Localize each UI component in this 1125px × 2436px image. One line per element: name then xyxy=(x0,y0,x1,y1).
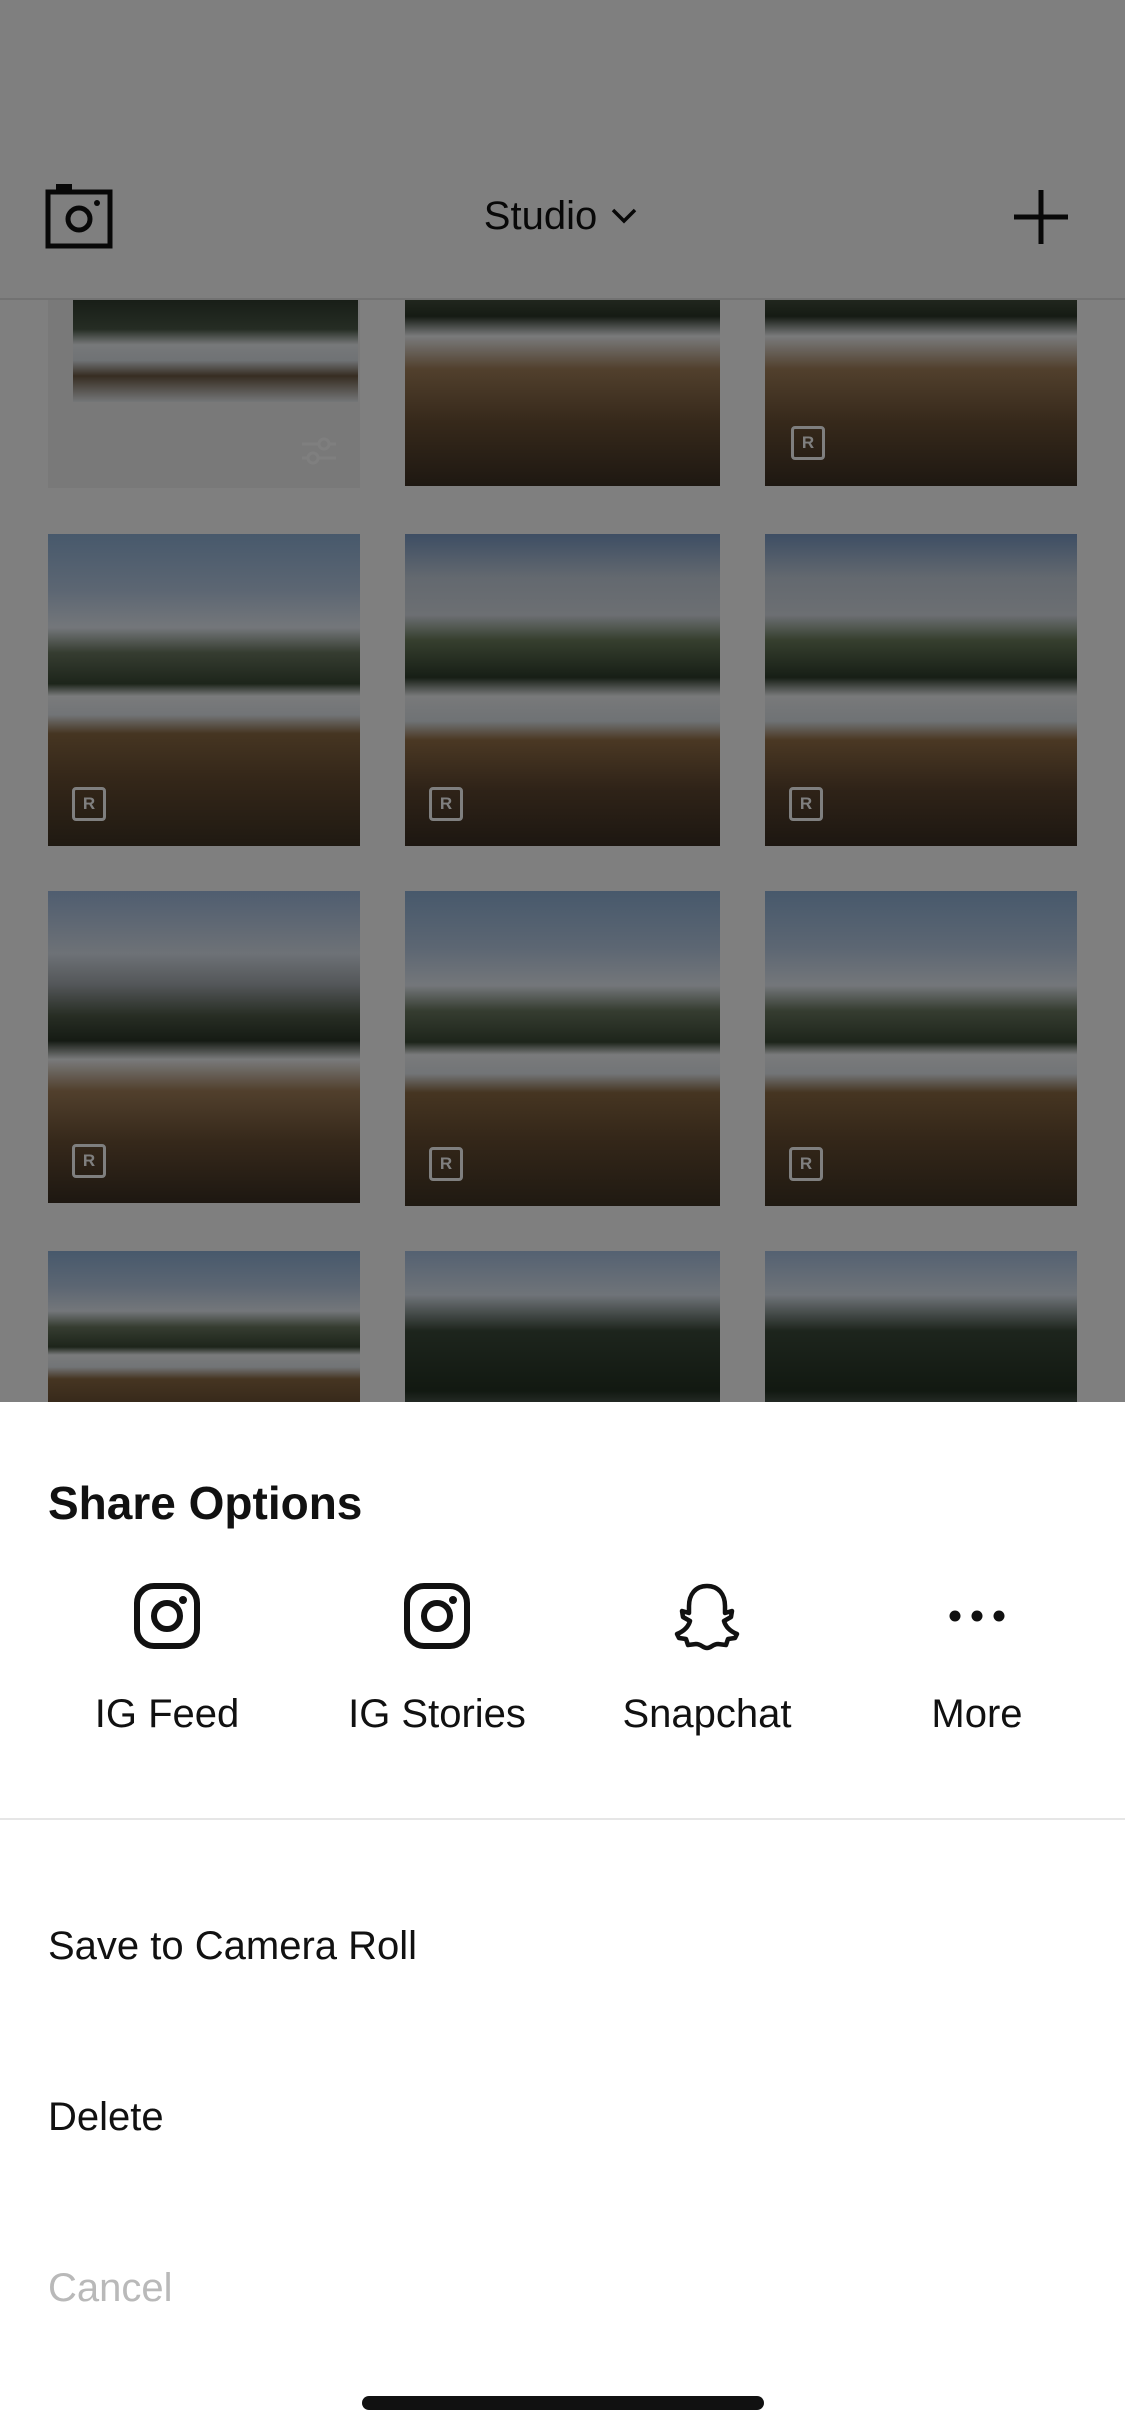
divider xyxy=(0,1818,1125,1820)
home-indicator[interactable] xyxy=(362,2396,764,2410)
share-option-label: IG Feed xyxy=(94,1692,240,1736)
share-ig-feed-button[interactable]: IG Feed xyxy=(32,1572,302,1762)
cancel-button[interactable]: Cancel xyxy=(48,2248,948,2328)
share-options-sheet: Share Options IG Feed IG Stories Snapcha… xyxy=(0,1402,1125,2436)
share-snapchat-button[interactable]: Snapchat xyxy=(572,1572,842,1762)
share-option-label: More xyxy=(931,1692,1023,1736)
sheet-title: Share Options xyxy=(48,1477,363,1529)
share-ig-stories-button[interactable]: IG Stories xyxy=(302,1572,572,1762)
instagram-icon xyxy=(134,1583,200,1649)
share-more-button[interactable]: More xyxy=(842,1572,1112,1762)
delete-button[interactable]: Delete xyxy=(48,2077,948,2157)
save-to-camera-roll-button[interactable]: Save to Camera Roll xyxy=(48,1906,948,1986)
snapchat-ghost-icon xyxy=(674,1583,740,1651)
share-option-label: IG Stories xyxy=(348,1692,526,1736)
instagram-icon xyxy=(404,1583,470,1649)
share-option-label: Snapchat xyxy=(622,1692,792,1736)
modal-overlay[interactable] xyxy=(0,0,1125,1402)
more-dots-icon xyxy=(949,1610,1005,1622)
